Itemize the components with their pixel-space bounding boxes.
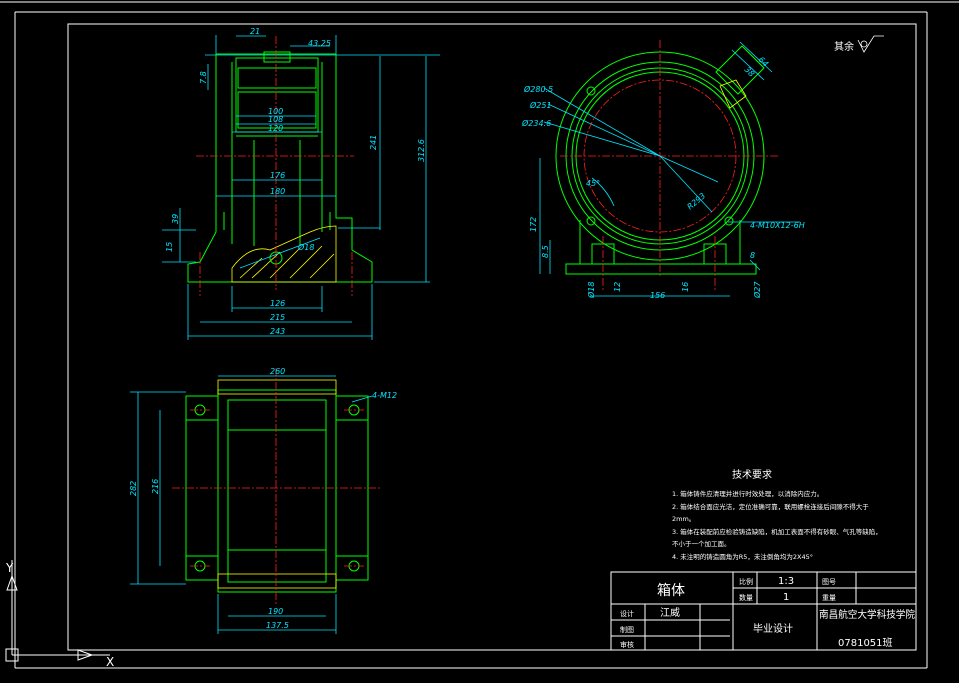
dim-243: 243	[270, 327, 285, 336]
quantity-label: 数量	[739, 593, 753, 602]
dim-38: 38	[743, 65, 757, 79]
dim-190: 190	[268, 607, 283, 616]
dim-d234-6: Ø234.6	[521, 118, 551, 128]
weight-label: 重量	[822, 594, 836, 602]
scale-label: 比例	[739, 577, 753, 586]
dim-64: 64	[757, 55, 771, 69]
dim-4-m12: 4-M12	[372, 391, 397, 400]
dim-120: 120	[268, 124, 283, 133]
reviewer-label: 审核	[620, 640, 634, 649]
dim-21: 21	[250, 27, 260, 36]
dim-4-m10: 4-M10X12-6H	[750, 221, 805, 230]
roughness-circle-icon	[860, 40, 868, 48]
part-name: 箱体	[657, 583, 685, 599]
dim-d18-side: Ø18	[586, 282, 596, 299]
technical-requirements: 技术要求 1. 箱体铸件应清理并进行时效处理，以消除内应力。 2. 箱体结合面应…	[672, 468, 882, 561]
dim-180: 180	[270, 187, 285, 196]
tech-req-title: 技术要求	[732, 468, 772, 481]
side-view[interactable]: Ø280.5 Ø251 Ø234.6 64 38 45° R293 4-M10X…	[521, 40, 805, 300]
dim-216: 216	[151, 479, 160, 494]
roughness-symbol: 其余	[834, 35, 884, 53]
dim-12: 12	[613, 282, 622, 292]
drawing-no-label: 图号	[822, 578, 836, 586]
dim-260: 260	[270, 367, 285, 376]
tech-req-item-3: 3. 箱体在装配前应检验铸造缺陷，机加工表面不得有砂眼、气孔等缺陷，	[672, 527, 882, 536]
tech-req-item-3b: 不小于一个加工面。	[672, 539, 731, 548]
dim-45deg: 45°	[586, 179, 600, 188]
tech-req-item-1: 1. 箱体铸件应清理并进行时效处理，以消除内应力。	[672, 489, 823, 498]
dim-176: 176	[270, 171, 285, 180]
dim-241: 241	[369, 135, 378, 150]
ucs-icon: X Y	[5, 560, 114, 669]
project-name: 毕业设计	[753, 622, 793, 635]
designer-name: 江威	[660, 606, 680, 619]
dim-8-5: 8.5	[541, 245, 550, 258]
ucs-y-label: Y	[5, 561, 14, 575]
dim-15: 15	[165, 242, 174, 252]
dim-d18: Ø18	[297, 242, 314, 252]
tech-req-item-2b: 2mm。	[672, 515, 695, 523]
roughness-label: 其余	[834, 40, 854, 53]
dim-d280-5: Ø280.5	[523, 84, 553, 94]
school-name: 南昌航空大学科技学院	[819, 608, 915, 621]
dim-39: 39	[171, 214, 180, 224]
dim-126: 126	[270, 299, 285, 308]
scale-value: 1:3	[778, 576, 794, 587]
title-block: 箱体 比例 1:3 图号 数量 1 重量 设计 江威 制图 审核 毕业设计 南昌…	[610, 571, 917, 651]
dim-43-25: 43.25	[308, 39, 331, 48]
quantity-value: 1	[783, 592, 789, 603]
designer-label: 设计	[620, 609, 634, 618]
drafter-label: 制图	[620, 625, 634, 634]
dim-172: 172	[529, 217, 538, 232]
dim-8: 8	[750, 251, 755, 260]
class-no: 0781051班	[838, 637, 893, 649]
front-view[interactable]: 21 43.25 7.8 100 108 120 241 312.6 176 1…	[162, 27, 440, 340]
dim-d27: Ø27	[752, 281, 762, 299]
cad-drawing-canvas[interactable]: 其余 21 43.25 7.8 100 108 120 241 312.6 17…	[0, 0, 959, 683]
dim-156: 156	[650, 291, 665, 300]
tech-req-item-4: 4. 未注明的铸造圆角为R5，未注倒角均为2X45°	[672, 552, 813, 561]
dim-16: 16	[681, 282, 690, 292]
dim-108: 108	[268, 115, 283, 124]
dim-137-5: 137.5	[266, 621, 289, 630]
ucs-x-label: X	[106, 655, 114, 669]
dim-d251: Ø251	[529, 100, 552, 110]
dim-7-8: 7.8	[199, 71, 208, 84]
top-view[interactable]: 260 4-M12 282 216 190 137.5	[129, 367, 397, 634]
tech-req-item-2: 2. 箱体结合面应光洁，定位准确可靠，联用螺栓连接后间隙不得大于	[672, 502, 869, 511]
roughness-check-icon	[857, 35, 884, 53]
dim-282: 282	[129, 481, 138, 496]
dim-215: 215	[270, 313, 285, 322]
dim-r293: R293	[686, 191, 708, 211]
dim-312-6: 312.6	[417, 139, 426, 162]
